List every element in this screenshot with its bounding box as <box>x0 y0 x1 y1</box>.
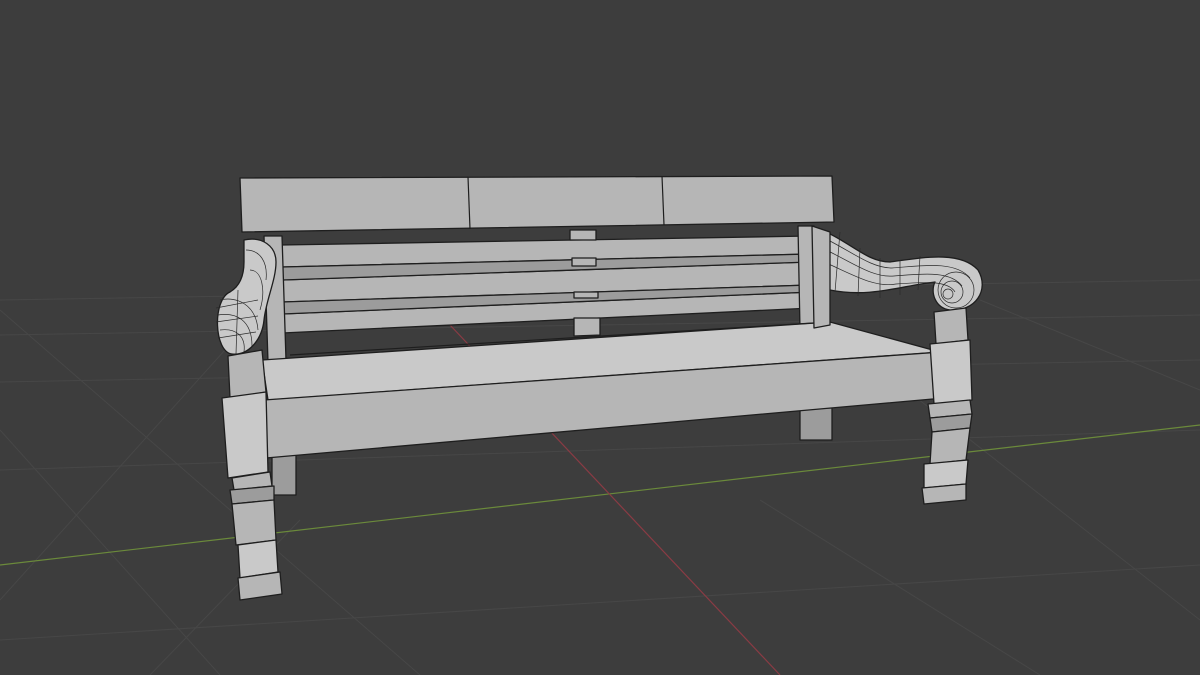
front-right-leg <box>921 307 973 505</box>
top-rail <box>239 175 835 233</box>
3d-viewport[interactable] <box>0 0 1200 675</box>
back-right-rear-leg <box>799 407 833 441</box>
bench-mesh[interactable] <box>215 175 983 601</box>
backrest-slats <box>281 229 813 337</box>
viewport-canvas[interactable] <box>0 0 1200 675</box>
x-axis-line <box>0 424 1200 566</box>
